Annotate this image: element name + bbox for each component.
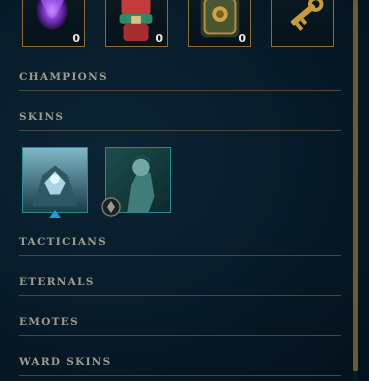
selected-triangle-icon — [49, 210, 61, 218]
section-champions[interactable]: CHAMPIONS — [19, 71, 341, 91]
loot-row: 0 0 0 — [22, 0, 342, 48]
section-tacticians[interactable]: TACTICIANS — [19, 236, 341, 256]
section-title: TACTICIANS — [19, 236, 108, 248]
loot-count: 0 — [238, 32, 246, 45]
loot-count: 0 — [72, 32, 80, 45]
section-title: SKINS — [19, 111, 65, 123]
loot-tile-capsule[interactable]: 0 — [105, 0, 168, 47]
section-title: WARD SKINS — [19, 356, 112, 368]
inventory-panel: 0 0 0 CHAMPIONS SKINS TACTICIANS ETERNAL… — [0, 0, 369, 381]
section-eternals[interactable]: ETERNALS — [19, 276, 341, 296]
section-title: ETERNALS — [19, 276, 95, 288]
section-title: EMOTES — [19, 316, 79, 328]
chroma-icon[interactable] — [101, 197, 121, 217]
loot-tile-orb[interactable]: 0 — [22, 0, 85, 47]
scrollbar-thumb[interactable] — [353, 0, 358, 371]
section-ward-skins[interactable]: WARD SKINS — [19, 356, 341, 376]
skin-tile-1[interactable] — [22, 147, 88, 213]
section-emotes[interactable]: EMOTES — [19, 316, 341, 336]
loot-tile-key[interactable] — [271, 0, 334, 47]
key-icon — [290, 0, 324, 31]
section-skins[interactable]: SKINS — [19, 111, 341, 131]
loot-count: 0 — [155, 32, 163, 45]
skin-art-icon — [23, 148, 87, 212]
section-title: CHAMPIONS — [19, 71, 108, 83]
loot-tile-chest[interactable]: 0 — [188, 0, 251, 47]
